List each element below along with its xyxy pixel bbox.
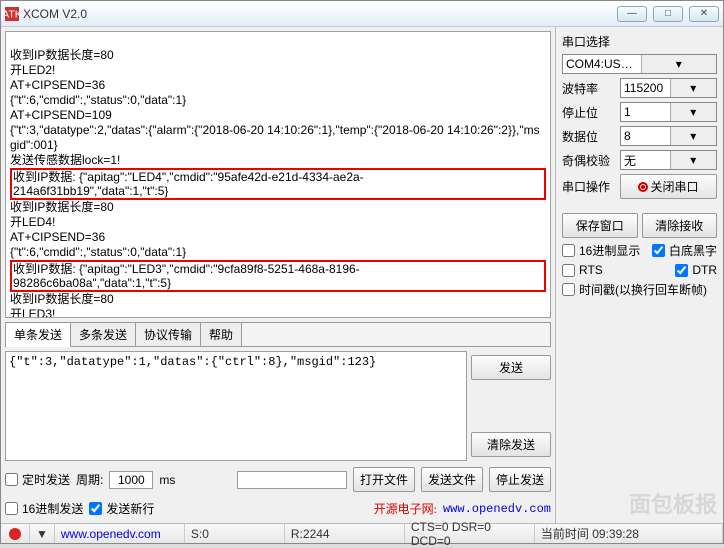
chevron-down-icon: ▾ [641, 55, 717, 73]
record-icon [638, 182, 648, 192]
log-line: {"t":6,"cmdid":,"status":0,"data":1} [10, 245, 186, 259]
period-unit: ms [159, 473, 175, 487]
status-indicator [1, 524, 30, 543]
send-newline-checkbox[interactable]: 发送新行 [89, 500, 154, 517]
rts-checkbox[interactable]: RTS [562, 263, 603, 277]
chevron-down-icon: ▾ [670, 151, 717, 169]
period-input[interactable] [109, 471, 153, 489]
log-line: {"t":6,"cmdid":,"status":0,"data":1} [10, 93, 186, 107]
svg-text:ATK: ATK [5, 8, 19, 20]
open-file-button[interactable]: 打开文件 [353, 467, 415, 492]
hex-display-checkbox[interactable]: 16进制显示 [562, 242, 640, 259]
data-combo[interactable]: 8▾ [620, 126, 717, 146]
log-line: 收到IP数据长度=80 [10, 48, 114, 62]
status-dropdown[interactable]: ▼ [30, 524, 55, 543]
send-textarea[interactable]: {"t":3,"datatype":1,"datas":{"ctrl":8},"… [5, 351, 467, 461]
clear-recv-button[interactable]: 清除接收 [642, 213, 718, 238]
footer-link[interactable]: www.openedv.com [443, 502, 551, 516]
status-bar: ▼ www.openedv.com S:0 R:2244 CTS=0 DSR=0… [1, 523, 723, 543]
send-file-button[interactable]: 发送文件 [421, 467, 483, 492]
data-label: 数据位 [562, 128, 614, 145]
port-op-button[interactable]: 关闭串口 [620, 174, 717, 199]
log-line: AT+CIPSEND=109 [10, 108, 112, 122]
stop-label: 停止位 [562, 104, 614, 121]
tab-bar: 单条发送 多条发送 协议传输 帮助 [5, 322, 551, 347]
log-line: 开LED2! [10, 63, 55, 77]
log-line: 收到IP数据长度=80 [10, 292, 114, 306]
chevron-down-icon: ▾ [670, 127, 717, 145]
log-line: 收到IP数据长度=80 [10, 200, 114, 214]
sidebar: 串口选择 COM4:USB-SERIAL CH340▾ 波特率 115200▾ … [555, 27, 723, 523]
status-url[interactable]: www.openedv.com [55, 524, 185, 543]
timestamp-checkbox[interactable]: 时间戳(以换行回车断帧) [562, 281, 717, 298]
white-bg-checkbox[interactable]: 白底黑字 [652, 242, 717, 259]
period-label: 周期: [76, 471, 103, 488]
minimize-button[interactable]: — [617, 6, 647, 22]
log-line: 开LED3! [10, 307, 55, 318]
chevron-down-icon: ▾ [670, 79, 717, 97]
baud-label: 波特率 [562, 80, 614, 97]
window-title: XCOM V2.0 [23, 7, 617, 21]
tab-protocol[interactable]: 协议传输 [136, 323, 201, 346]
tab-help[interactable]: 帮助 [201, 323, 242, 346]
filepath-input[interactable] [237, 471, 347, 489]
log-line: AT+CIPSEND=36 [10, 78, 105, 92]
clear-send-button[interactable]: 清除发送 [471, 432, 551, 457]
log-output[interactable]: 收到IP数据长度=80 开LED2! AT+CIPSEND=36 {"t":6,… [5, 31, 551, 318]
highlight-box-1: 收到IP数据: {"apitag":"LED4","cmdid":"95afe4… [10, 168, 546, 200]
dtr-checkbox[interactable]: DTR [675, 263, 717, 277]
tab-multi-send[interactable]: 多条发送 [71, 323, 136, 346]
titlebar: ATK XCOM V2.0 — □ ✕ [1, 1, 723, 27]
log-line: {"t":3,"datatype":2,"datas":{"alarm":{"2… [10, 123, 540, 152]
parity-label: 奇偶校验 [562, 152, 614, 169]
send-button[interactable]: 发送 [471, 355, 551, 380]
highlight-box-2: 收到IP数据: {"apitag":"LED3","cmdid":"9cfa89… [10, 260, 546, 292]
chevron-down-icon: ▾ [670, 103, 717, 121]
app-icon: ATK [5, 7, 19, 21]
footer-text: 开源电子网: [374, 500, 437, 517]
parity-combo[interactable]: 无▾ [620, 150, 717, 170]
maximize-button[interactable]: □ [653, 6, 683, 22]
port-choice-label: 串口选择 [562, 33, 717, 50]
stop-combo[interactable]: 1▾ [620, 102, 717, 122]
watermark: 面包板报 [629, 487, 717, 519]
status-time: 当前时间 09:39:28 [535, 524, 723, 543]
timed-send-checkbox[interactable]: 定时发送 [5, 471, 70, 488]
log-line: AT+CIPSEND=36 [10, 230, 105, 244]
log-line: 开LED4! [10, 215, 55, 229]
hex-send-checkbox[interactable]: 16进制发送 [5, 500, 83, 517]
close-button[interactable]: ✕ [689, 6, 719, 22]
save-window-button[interactable]: 保存窗口 [562, 213, 638, 238]
log-line: 发送传感数据lock=1! [10, 153, 120, 167]
baud-combo[interactable]: 115200▾ [620, 78, 717, 98]
port-combo[interactable]: COM4:USB-SERIAL CH340▾ [562, 54, 717, 74]
status-lines: CTS=0 DSR=0 DCD=0 [405, 524, 535, 543]
status-sent: S:0 [185, 524, 285, 543]
port-op-label: 串口操作 [562, 178, 614, 195]
status-recv: R:2244 [285, 524, 405, 543]
stop-send-button[interactable]: 停止发送 [489, 467, 551, 492]
tab-single-send[interactable]: 单条发送 [6, 323, 71, 347]
